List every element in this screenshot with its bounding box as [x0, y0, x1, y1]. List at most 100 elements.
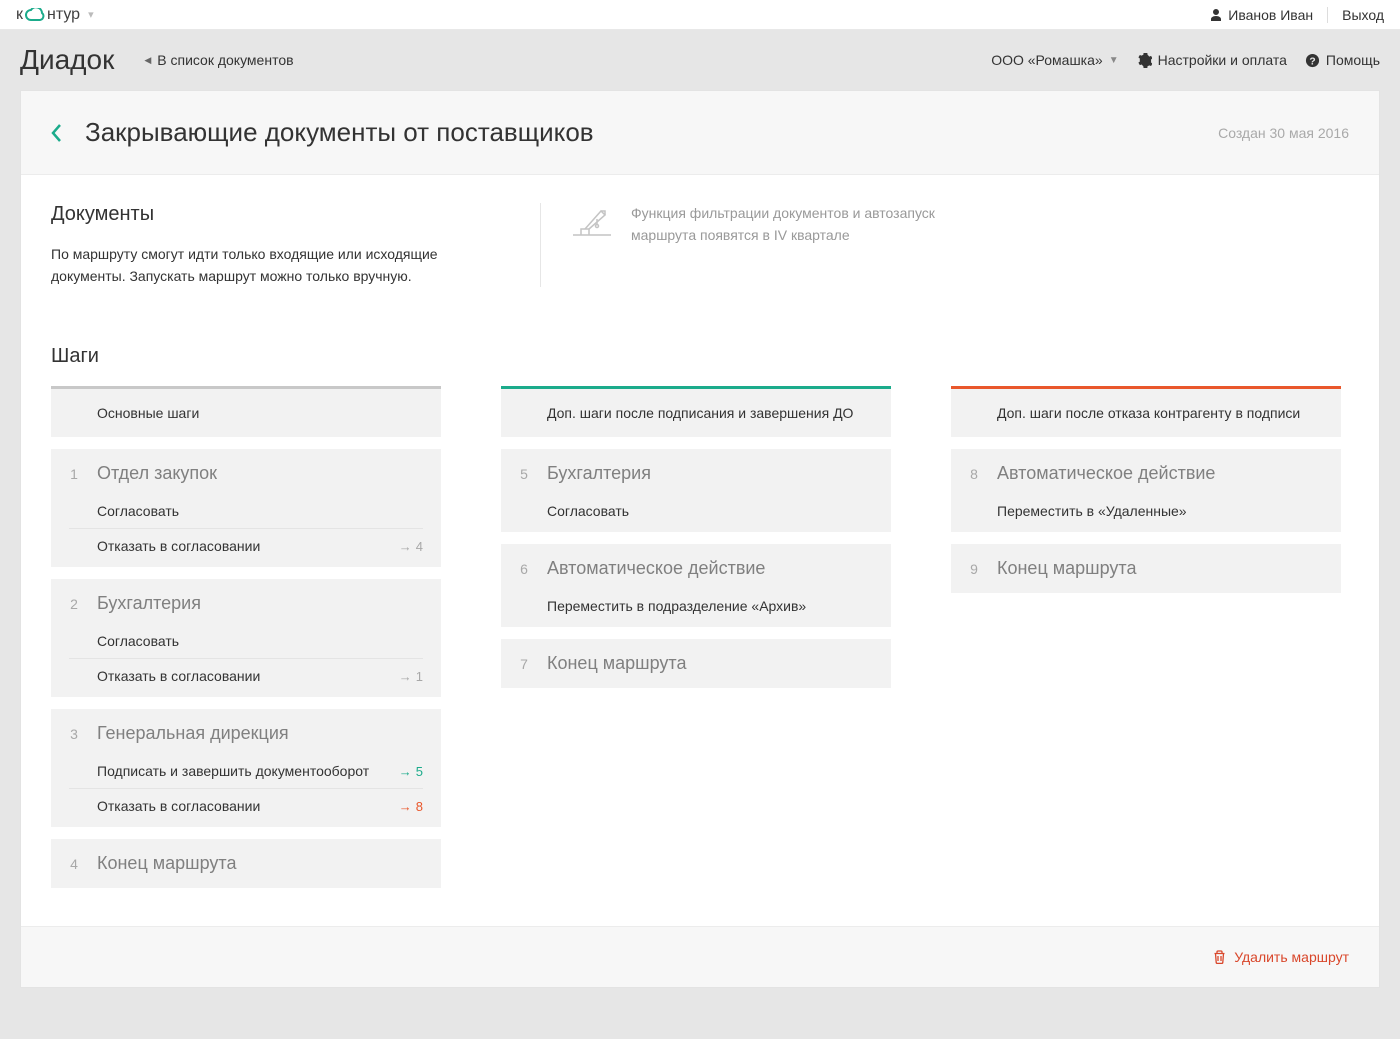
logo[interactable]: к нтур ▾ — [16, 6, 94, 24]
steps-heading: Шаги — [51, 345, 1349, 368]
step-action: Переместить в «Удаленные» — [969, 494, 1323, 528]
logo-prefix: к — [16, 6, 23, 24]
user-icon — [1210, 9, 1222, 21]
step-action-label: Переместить в «Удаленные» — [997, 503, 1187, 519]
step-card[interactable]: 8 Автоматическое действие Переместить в «У… — [951, 449, 1341, 532]
svg-text:?: ? — [1309, 56, 1315, 67]
logo-suffix: нтур — [47, 6, 80, 24]
logout-link[interactable]: Выход — [1342, 7, 1384, 23]
step-number: 4 — [69, 856, 79, 872]
arrow-right-icon: → — [399, 799, 412, 814]
step-number: 7 — [519, 656, 529, 672]
step-action-label: Согласовать — [547, 503, 629, 519]
step-number: 8 — [969, 466, 979, 482]
goto-number: 5 — [416, 764, 423, 779]
step-card[interactable]: 7 Конец маршрута — [501, 639, 891, 688]
step-card[interactable]: 3 Генеральная дирекция Подписать и заверши… — [51, 709, 441, 827]
column-header: Доп. шаги после подписания и завершения … — [501, 386, 891, 437]
step-title: Конец маршрута — [97, 853, 236, 874]
settings-label: Настройки и оплата — [1158, 52, 1287, 68]
step-card[interactable]: 2БухгалтерияСогласоватьОтказать в соглас… — [51, 579, 441, 697]
user-name: Иванов Иван — [1228, 7, 1313, 23]
created-date: Создан 30 мая 2016 — [1218, 125, 1349, 141]
back-link-label: В список документов — [157, 52, 293, 68]
documents-text: По маршруту смогут идти только входящие … — [51, 244, 500, 287]
steps-section: Шаги Основные шаги 1 Отдел закупок Согласов… — [51, 345, 1349, 900]
wip-text: Функция фильтрации документов и автозапу… — [631, 203, 951, 246]
step-action: Согласовать — [519, 494, 873, 528]
step-card[interactable]: 9 Конец маршрута — [951, 544, 1341, 593]
goto-indicator: →4 — [399, 539, 423, 554]
step-title: Отдел закупок — [97, 463, 217, 484]
secondbar-left: Диадок ◀ В список документов — [20, 44, 294, 76]
step-action: Согласовать — [69, 624, 423, 658]
step-card[interactable]: 1 Отдел закупок Согласовать Отказать в согл… — [51, 449, 441, 567]
help-link[interactable]: ? Помощь — [1305, 52, 1380, 68]
step-number: 1 — [69, 466, 79, 482]
step-card[interactable]: 5БухгалтерияСогласовать — [501, 449, 891, 532]
chevron-down-icon: ▾ — [88, 8, 94, 21]
step-action-label: Переместить в подразделение «Архив» — [547, 598, 806, 614]
main-panel: Закрывающие документы от поставщиков Соз… — [20, 90, 1380, 988]
step-title: Бухгалтерия — [547, 463, 651, 484]
org-selector[interactable]: ООО «Ромашка» ▼ — [991, 52, 1118, 68]
trash-icon — [1213, 950, 1226, 964]
gear-icon — [1137, 53, 1152, 68]
step-number: 3 — [69, 726, 79, 742]
goto-number: 1 — [416, 669, 423, 684]
step-title: Автоматическое действие — [997, 463, 1215, 484]
step-action-label: Отказать в согласовании — [97, 538, 260, 554]
step-card[interactable]: 6Автоматическое действиеПереместить в по… — [501, 544, 891, 627]
step-action-label: Согласовать — [97, 633, 179, 649]
goto-number: 4 — [416, 539, 423, 554]
step-number: 9 — [969, 561, 979, 577]
construction-icon — [571, 207, 613, 237]
page-title: Закрывающие документы от поставщиков — [85, 117, 594, 148]
step-title: Конец маршрута — [547, 653, 686, 674]
step-action: Переместить в подразделение «Архив» — [519, 589, 873, 623]
step-action: Отказать в согласовании→1 — [69, 658, 423, 693]
chevron-down-icon: ▼ — [1109, 55, 1119, 66]
step-title: Бухгалтерия — [97, 593, 201, 614]
panel-header: Закрывающие документы от поставщиков Соз… — [21, 91, 1379, 175]
org-name: ООО «Ромашка» — [991, 52, 1103, 68]
panel-footer: Удалить маршрут — [21, 926, 1379, 987]
delete-route-link[interactable]: Удалить маршрут — [1213, 949, 1349, 965]
step-action-label: Отказать в согласовании — [97, 798, 260, 814]
step-card[interactable]: 4 Конец маршрута — [51, 839, 441, 888]
topbar: к нтур ▾ Иванов Иван Выход — [0, 0, 1400, 30]
step-action-label: Отказать в согласовании — [97, 668, 260, 684]
column-header: Основные шаги — [51, 386, 441, 437]
step-title: Конец маршрута — [997, 558, 1136, 579]
arrow-right-icon: → — [399, 764, 412, 779]
steps-columns: Основные шаги 1 Отдел закупок Согласовать От… — [51, 386, 1349, 900]
secondbar: Диадок ◀ В список документов ООО «Ромашк… — [0, 30, 1400, 90]
cloud-icon — [25, 8, 45, 22]
delete-label: Удалить маршрут — [1234, 949, 1349, 965]
step-action: Согласовать — [69, 494, 423, 528]
step-action-label: Подписать и завершить документооборот — [97, 763, 369, 779]
triangle-left-icon: ◀ — [144, 55, 151, 66]
step-action: Отказать в согласовании →8 — [69, 788, 423, 823]
step-action-label: Согласовать — [97, 503, 179, 519]
documents-heading: Документы — [51, 203, 500, 226]
help-icon: ? — [1305, 53, 1320, 68]
goto-indicator: →8 — [399, 799, 423, 814]
user-link[interactable]: Иванов Иван — [1210, 7, 1313, 23]
steps-column: Доп. шаги после подписания и завершения … — [501, 386, 891, 700]
step-title: Генеральная дирекция — [97, 723, 289, 744]
goto-indicator: →1 — [399, 669, 423, 684]
app-name: Диадок — [20, 44, 114, 76]
arrow-right-icon: → — [399, 669, 412, 684]
separator — [1327, 7, 1328, 23]
panel-body: Документы По маршруту смогут идти только… — [21, 175, 1379, 926]
goto-indicator: →5 — [399, 764, 423, 779]
back-chevron-icon[interactable] — [51, 123, 63, 143]
back-to-list-link[interactable]: ◀ В список документов — [144, 52, 293, 68]
documents-section: Документы По маршруту смогут идти только… — [51, 203, 1349, 287]
arrow-right-icon: → — [399, 539, 412, 554]
topbar-right: Иванов Иван Выход — [1210, 7, 1384, 23]
step-action: Подписать и завершить документооборот→5 — [69, 754, 423, 788]
settings-link[interactable]: Настройки и оплата — [1137, 52, 1287, 68]
step-number: 6 — [519, 561, 529, 577]
